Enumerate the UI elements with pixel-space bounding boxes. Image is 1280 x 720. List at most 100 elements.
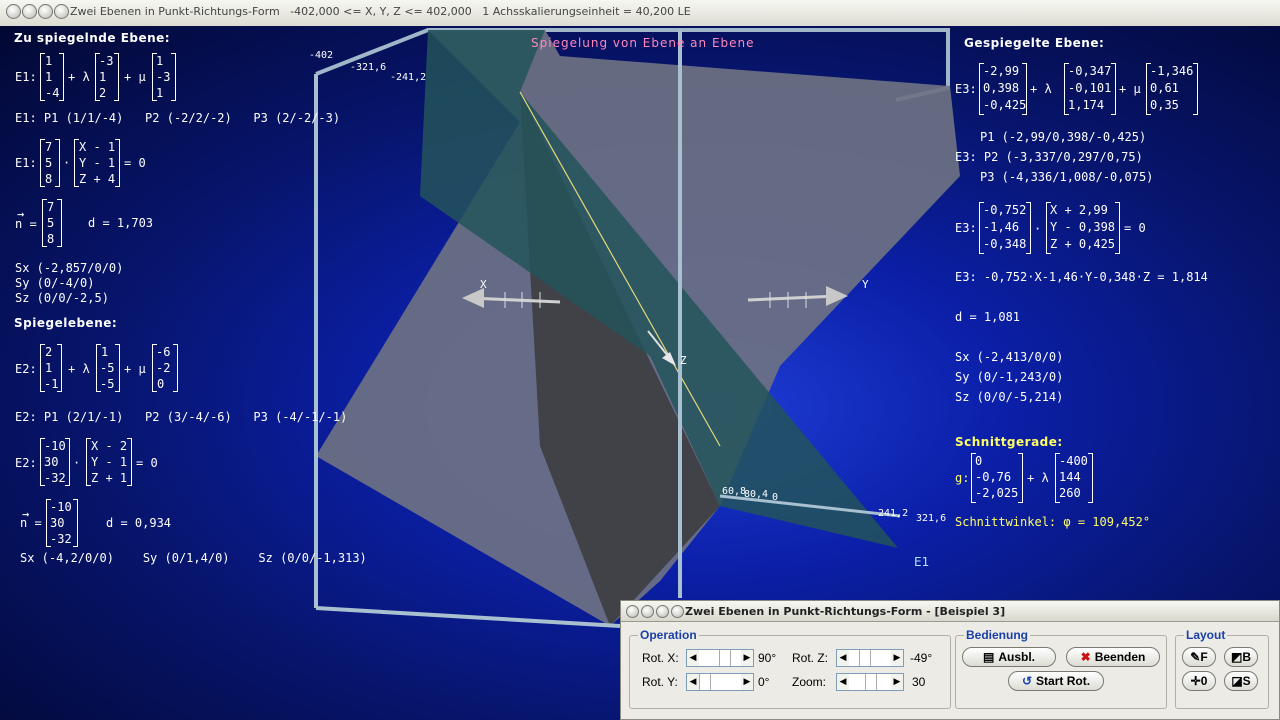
panel-close-icon[interactable] [626, 605, 639, 618]
e2-label: E2: [15, 456, 37, 470]
e1-n-vector: 7 5 8 [42, 199, 62, 247]
e3-direction-v: -1,346 0,61 0,35 [1146, 63, 1198, 115]
equals-zero: = 0 [1124, 221, 1146, 235]
e1-direction-v: 1 -3 1 [152, 53, 176, 101]
control-panel-title: Zwei Ebenen in Punkt-Richtungs-Form - [B… [685, 605, 1006, 618]
brush-icon: ✎ [1190, 650, 1201, 664]
e3-label: E3: [955, 82, 977, 96]
g-point-vector: 0 -0,76 -2,025 [971, 453, 1023, 503]
beenden-button[interactable]: ✖ Beenden [1066, 647, 1160, 667]
start-rotation-button[interactable]: ↺ Start Rot. [1008, 671, 1104, 691]
close-icon: ✖ [1080, 650, 1091, 664]
scroll-right-icon[interactable]: ▶ [891, 674, 903, 690]
panel-maximize-icon[interactable] [656, 605, 669, 618]
e1-trace-x: Sx (-2,857/0/0) [15, 261, 124, 275]
e3-trace-x: Sx (-2,413/0/0) [955, 350, 1064, 364]
layout-s-button[interactable]: ◪ S [1224, 671, 1258, 691]
equals-zero: = 0 [124, 156, 146, 170]
scroll-right-icon[interactable]: ▶ [741, 674, 753, 690]
scroll-thumb[interactable] [859, 650, 871, 666]
rot-z-label: Rot. Z: [792, 651, 829, 665]
layout-0-button[interactable]: ✛ 0 [1182, 671, 1216, 691]
plane-e1-label: E1 [914, 555, 930, 569]
window-minimize-icon[interactable] [22, 4, 37, 19]
e1-label: E1: [15, 70, 37, 84]
tick-label: -241,2 [390, 72, 427, 83]
plus-mu: + μ [124, 70, 146, 84]
title-bar: Zwei Ebenen in Punkt-Richtungs-Form -402… [0, 0, 1280, 27]
scroll-thumb[interactable] [699, 674, 711, 690]
e3-trace-y: Sy (0/-1,243/0) [955, 370, 1064, 384]
zoom-value: 30 [912, 675, 926, 689]
plus-lambda: + λ [68, 70, 90, 84]
plus-lambda: + λ [68, 362, 90, 376]
crosshair-icon: ✛ [1190, 674, 1201, 688]
n-label: n = [15, 217, 37, 231]
e2-direction-v: -6 -2 0 [152, 344, 178, 392]
e2-normal-vector: -10 30 -32 [40, 438, 70, 486]
zoom-scrollbar[interactable]: ◀ ▶ [836, 673, 904, 691]
e2-diff-vector: X - 2 Y - 1 Z + 1 [86, 438, 132, 486]
e2-point-vector: 2 1 -1 [40, 344, 62, 392]
beenden-button-label: Beenden [1094, 650, 1146, 664]
zoom-label: Zoom: [792, 675, 827, 689]
e2-points: E2: P1 (2/1/-1) P2 (3/-4/-6) P3 (-4/-1/-… [15, 410, 348, 424]
rot-y-scrollbar[interactable]: ◀ ▶ [686, 673, 754, 691]
eraser-icon: ◪ [1231, 674, 1243, 688]
heading-mirrored-plane: Gespiegelte Ebene: [964, 36, 1105, 50]
scroll-thumb[interactable] [719, 650, 731, 666]
window-title: Zwei Ebenen in Punkt-Richtungs-Form -402… [70, 5, 691, 18]
operation-group: Operation Rot. X: ◀ ▶ 90° Rot. Z: ◀ ▶ -4… [629, 628, 951, 709]
window-close-icon[interactable] [6, 4, 21, 19]
plus-lambda: + λ [1027, 471, 1049, 485]
scroll-left-icon[interactable]: ◀ [837, 674, 849, 690]
rot-x-value: 90° [758, 651, 777, 665]
layout-b-label: B [1242, 650, 1251, 664]
e1-normal-vector: 7 5 8 [40, 139, 60, 187]
rot-x-scrollbar[interactable]: ◀ ▶ [686, 649, 754, 667]
e1-diff-vector: X - 1 Y - 1 Z + 4 [74, 139, 120, 187]
heading-mirror-plane: Spiegelebene: [14, 316, 118, 330]
layout-b-button[interactable]: ◩ B [1224, 647, 1258, 667]
scroll-left-icon[interactable]: ◀ [687, 674, 699, 690]
bedienung-group-label: Bedienung [964, 628, 1030, 642]
control-panel: Zwei Ebenen in Punkt-Richtungs-Form - [B… [620, 600, 1280, 720]
start-rotation-label: Start Rot. [1036, 674, 1091, 688]
panel-minimize-icon[interactable] [641, 605, 654, 618]
layout-group-label: Layout [1184, 628, 1228, 642]
scroll-left-icon[interactable]: ◀ [687, 650, 699, 666]
scroll-left-icon[interactable]: ◀ [837, 650, 849, 666]
scroll-right-icon[interactable]: ▶ [741, 650, 753, 666]
tick-label: 60,8 [722, 486, 747, 497]
window-menu-icon[interactable] [54, 4, 69, 19]
e2-direction-u: 1 -5 -5 [96, 344, 120, 392]
g-label: g: [955, 471, 970, 485]
dot-operator: · [1034, 222, 1042, 236]
layout-f-label: F [1200, 650, 1208, 664]
panel-menu-icon[interactable] [671, 605, 684, 618]
ausbl-button[interactable]: ▤ Ausbl. [962, 647, 1056, 667]
cube-edge-bottom [315, 606, 621, 628]
y-axis-label: Y [862, 278, 869, 291]
e3-coordinate-form: E3: -0,752·X-1,46·Y-0,348·Z = 1,814 [955, 270, 1208, 284]
e3-normal-vector: -0,752 -1,46 -0,348 [979, 202, 1031, 254]
layout-f-button[interactable]: ✎ F [1182, 647, 1216, 667]
scroll-thumb[interactable] [865, 674, 877, 690]
window-maximize-icon[interactable] [38, 4, 53, 19]
plus-lambda: + λ [1030, 82, 1052, 96]
equals-zero: = 0 [136, 456, 158, 470]
tick-label: 321,6 [916, 513, 947, 524]
e2-label: E2: [15, 362, 37, 376]
heading-intersection-line: Schnittgerade: [955, 435, 1063, 449]
e1-points: E1: P1 (1/1/-4) P2 (-2/2/-2) P3 (2/-2/-3… [15, 111, 341, 125]
rotate-icon: ↺ [1021, 674, 1033, 688]
scroll-right-icon[interactable]: ▶ [891, 650, 903, 666]
tick-label: 241,2 [878, 508, 909, 519]
heading-source-plane: Zu spiegelnde Ebene: [14, 31, 171, 45]
x-axis-label: X [480, 278, 487, 291]
rot-z-scrollbar[interactable]: ◀ ▶ [836, 649, 904, 667]
z-axis-label: Z [680, 354, 687, 367]
n-label: n = [20, 516, 42, 530]
e2-distance: d = 0,934 [106, 516, 172, 530]
intersection-angle: Schnittwinkel: φ = 109,452° [955, 515, 1151, 529]
